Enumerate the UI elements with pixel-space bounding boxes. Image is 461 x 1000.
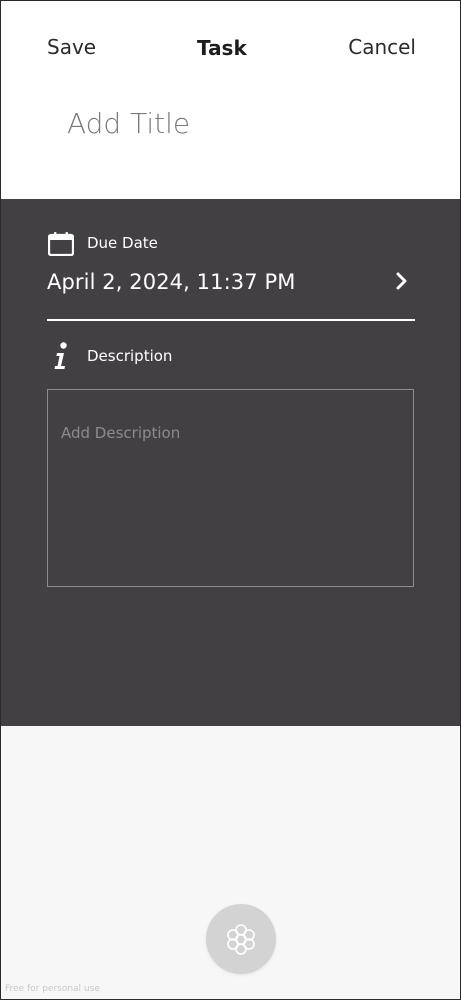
cancel-button[interactable]: Cancel [348,35,416,59]
description-input[interactable] [61,424,401,574]
due-date-value[interactable]: April 2, 2024, 11:37 PM [47,270,295,294]
save-button[interactable]: Save [47,35,96,59]
info-icon [54,342,67,369]
app-frame: Save Task Cancel Due Date April 2, 2024,… [0,0,461,1000]
description-label: Description [87,347,173,365]
calendar-icon [48,232,74,256]
flower-icon [227,924,255,955]
fab-button[interactable] [206,904,276,974]
due-date-label: Due Date [87,234,158,252]
divider [47,319,415,321]
page-title: Task [197,36,247,60]
header: Save Task Cancel [1,1,460,199]
watermark-text: Free for personal use [5,984,100,994]
title-input[interactable] [67,107,407,140]
chevron-right-icon[interactable] [394,271,410,291]
